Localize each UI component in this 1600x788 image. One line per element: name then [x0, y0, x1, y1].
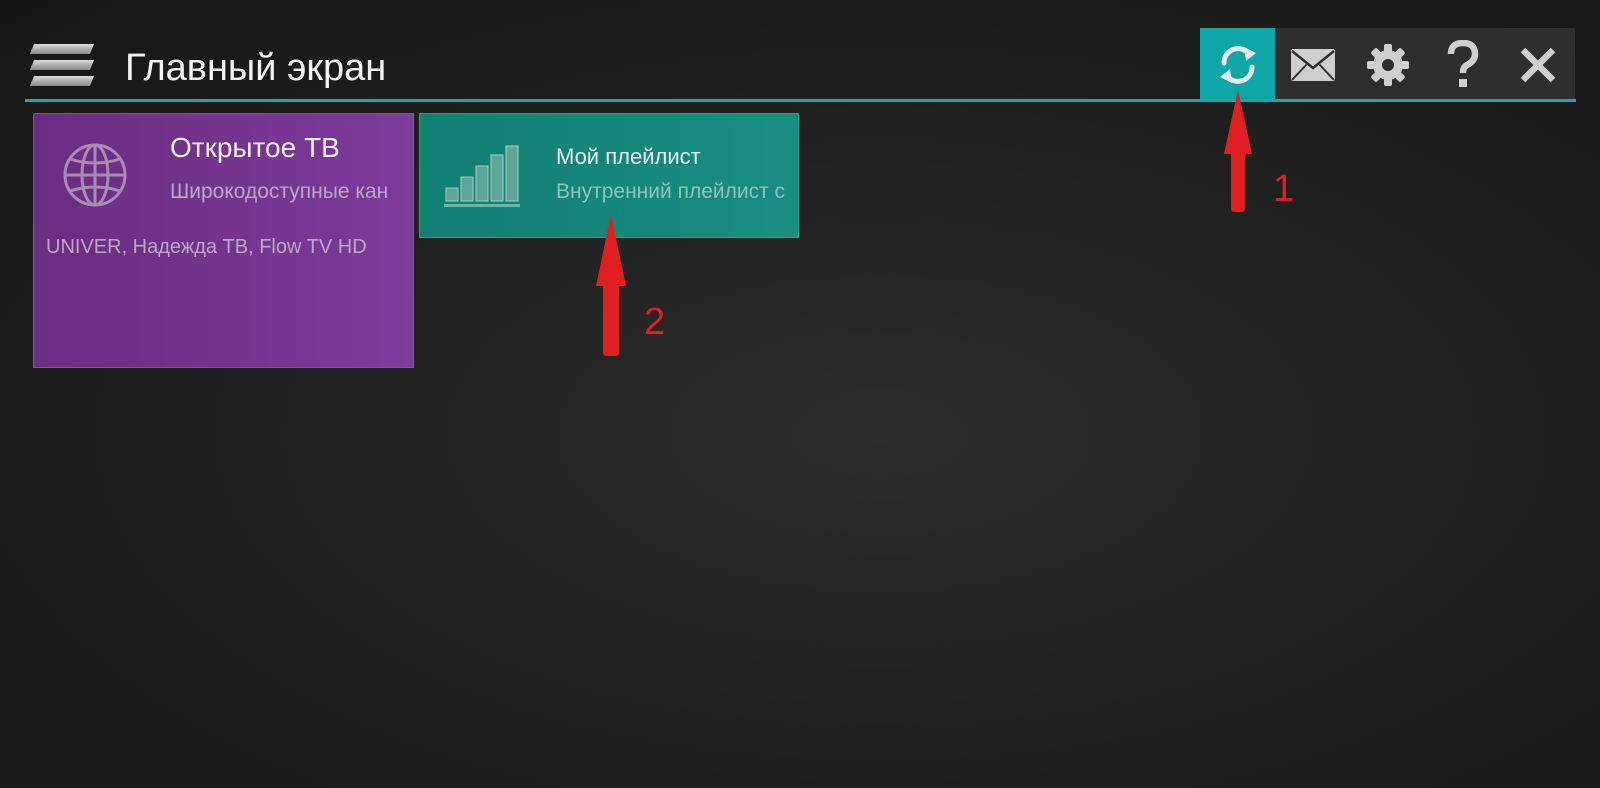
help-button[interactable] [1425, 28, 1500, 101]
tile-title: Мой плейлист [556, 144, 701, 169]
tile-subtitle: Широкодоступные кан [170, 180, 389, 203]
tile-channels-list: UNIVER, Надежда ТВ, Flow TV HD [46, 236, 367, 258]
mail-icon [1290, 48, 1335, 81]
annotation-label-1: 1 [1273, 168, 1295, 210]
mail-button[interactable] [1275, 28, 1350, 101]
annotation-arrow-1 [1224, 90, 1252, 212]
toolbar [1200, 28, 1575, 101]
signal-bars-icon [444, 145, 520, 207]
annotation-arrow-2 [596, 214, 626, 356]
header-divider [25, 99, 1576, 102]
settings-button[interactable] [1350, 28, 1425, 101]
help-icon [1447, 39, 1478, 87]
refresh-icon [1219, 45, 1256, 84]
hamburger-menu-icon[interactable] [30, 42, 94, 88]
globe-icon [63, 143, 127, 207]
close-icon [1520, 47, 1555, 82]
tile-subtitle: Внутренний плейлист с [556, 180, 786, 203]
close-button[interactable] [1500, 28, 1575, 101]
gear-icon [1366, 43, 1409, 86]
page-title: Главный экран [125, 47, 387, 89]
tile-title: Открытое ТВ [170, 132, 340, 163]
annotation-label-2: 2 [644, 301, 666, 343]
tile-open-tv[interactable]: Открытое ТВ Широкодоступные кан UNIVER, … [33, 113, 414, 368]
